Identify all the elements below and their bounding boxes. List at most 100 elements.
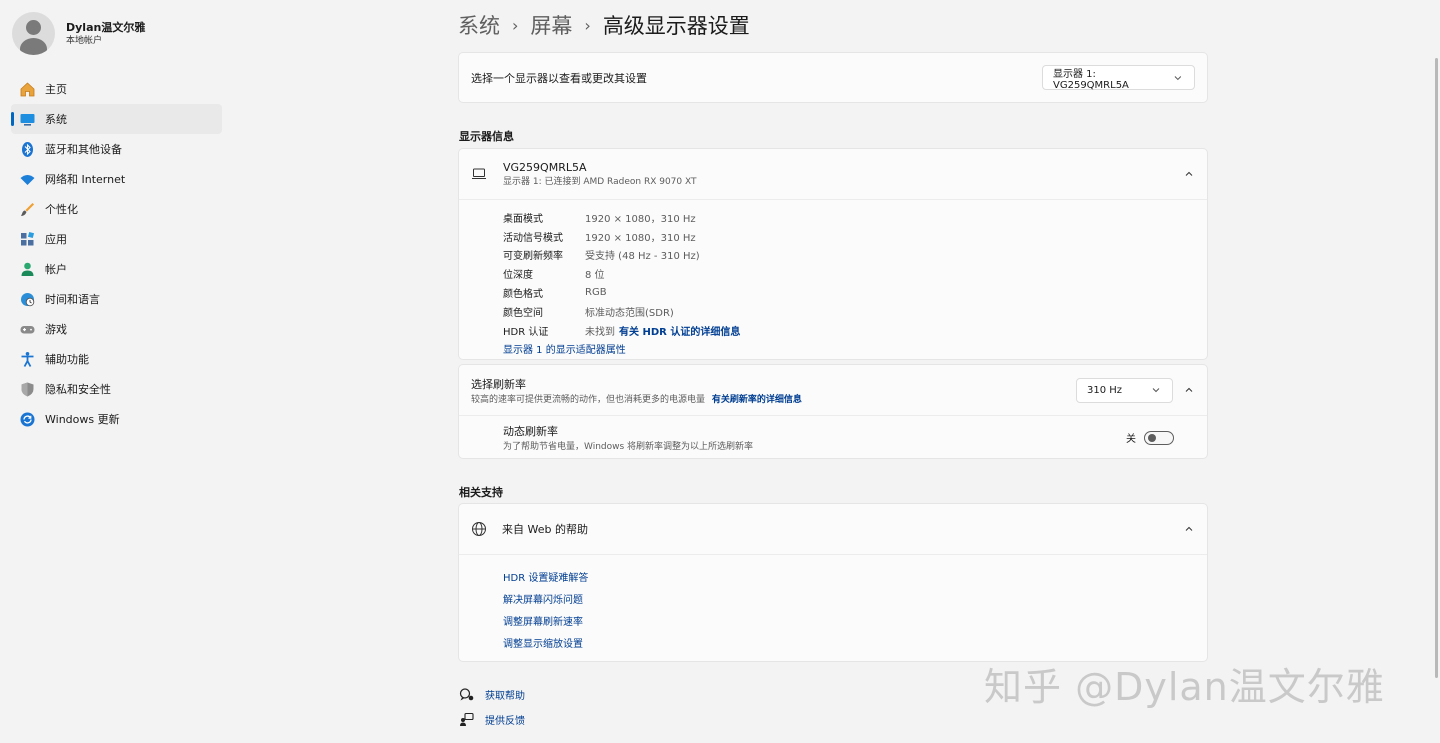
help-chat-icon: [458, 686, 475, 703]
web-help-header[interactable]: 来自 Web 的帮助: [459, 504, 1207, 554]
info-key: 可变刷新频率: [503, 251, 563, 263]
hdr-info-link[interactable]: 有关 HDR 认证的详细信息: [619, 323, 740, 338]
help-link-scaling[interactable]: 调整显示缩放设置: [503, 631, 1207, 653]
refresh-rate-select[interactable]: 310 Hz: [1076, 377, 1173, 403]
sidebar-item-personalization[interactable]: 个性化: [11, 194, 222, 224]
help-link-flicker[interactable]: 解决屏幕闪烁问题: [503, 587, 1207, 609]
feedback-icon: [458, 711, 475, 728]
feedback-link[interactable]: 提供反馈: [458, 711, 525, 728]
select-display-label: 选择一个显示器以查看或更改其设置: [471, 71, 647, 85]
info-value: 1920 × 1080，310 Hz: [585, 232, 696, 244]
globe-icon: [472, 522, 486, 536]
display-info-header[interactable]: VG259QMRL5A 显示器 1: 已连接到 AMD Radeon RX 90…: [459, 149, 1207, 199]
info-key: 位深度: [503, 270, 533, 282]
sidebar-item-windows-update[interactable]: Windows 更新: [11, 404, 222, 434]
info-row: 颜色空间 标准动态范围(SDR): [503, 302, 1207, 321]
scrollbar[interactable]: [1435, 58, 1438, 678]
watermark: 知乎 @Dylan温文尔雅: [984, 665, 1385, 709]
wifi-icon: [19, 171, 36, 188]
sidebar-item-label: 应用: [45, 233, 67, 246]
sidebar-item-label: 系统: [45, 113, 67, 126]
adapter-row: 显示器 1 的显示适配器属性: [503, 340, 1207, 359]
chevron-right-icon: ›: [512, 15, 519, 35]
display-select[interactable]: 显示器 1: VG259QMRL5A: [1042, 65, 1195, 91]
chevron-down-icon: [1174, 75, 1182, 80]
breadcrumb-display[interactable]: 屏幕: [530, 10, 572, 40]
profile-subtitle: 本地帐户: [66, 35, 103, 46]
sidebar-item-apps[interactable]: 应用: [11, 224, 222, 254]
info-key: 颜色空间: [503, 307, 543, 319]
refresh-rate-card: 选择刷新率 较高的速率可提供更流畅的动作，但也消耗更多的电源电量 有关刷新率的详…: [458, 364, 1208, 459]
sidebar-item-gaming[interactable]: 游戏: [11, 314, 222, 344]
chevron-up-icon[interactable]: [1183, 523, 1195, 535]
info-key: 桌面模式: [503, 213, 543, 225]
sidebar-item-label: 主页: [45, 83, 67, 96]
chevron-up-icon[interactable]: [1183, 384, 1195, 396]
dynamic-refresh-toggle[interactable]: [1144, 430, 1174, 445]
sidebar-item-network[interactable]: 网络和 Internet: [11, 164, 222, 194]
info-row: 可变刷新频率 受支持 (48 Hz - 310 Hz): [503, 246, 1207, 265]
info-key: HDR 认证: [503, 326, 549, 338]
dynamic-refresh-label: 动态刷新率: [503, 425, 558, 438]
globe-clock-icon: [19, 291, 36, 308]
sidebar-item-label: 辅助功能: [45, 353, 89, 366]
gamepad-icon: [19, 321, 36, 338]
refresh-rate-label: 选择刷新率: [471, 377, 526, 391]
info-value: 受支持 (48 Hz - 310 Hz): [585, 251, 700, 263]
web-help-card: 来自 Web 的帮助 HDR 设置疑难解答 解决屏幕闪烁问题 调整屏幕刷新速率 …: [458, 503, 1208, 662]
sidebar-item-bluetooth[interactable]: 蓝牙和其他设备: [11, 134, 222, 164]
display-info-title: 显示器信息: [459, 130, 514, 143]
page-title: 高级显示器设置: [602, 14, 750, 38]
nav-list: 主页 系统 蓝牙和其他设备 网络和 Internet 个性化 应用 帐户 时间和…: [11, 74, 222, 434]
info-row-hdr: HDR 认证 未找到 有关 HDR 认证的详细信息: [503, 321, 1207, 340]
update-icon: [19, 411, 36, 428]
refresh-rate-description: 较高的速率可提供更流畅的动作，但也消耗更多的电源电量: [471, 394, 706, 405]
chevron-up-icon[interactable]: [1183, 168, 1195, 180]
display-info-list: 桌面模式 1920 × 1080，310 Hz 活动信号模式 1920 × 10…: [459, 200, 1207, 358]
sidebar-item-label: 蓝牙和其他设备: [45, 143, 122, 156]
sidebar-item-home[interactable]: 主页: [11, 74, 222, 104]
breadcrumb: 系统 › 屏幕 › 高级显示器设置: [458, 10, 750, 40]
avatar: [12, 12, 55, 55]
info-value: 1920 × 1080，310 Hz: [585, 213, 696, 225]
sidebar-item-label: 个性化: [45, 203, 78, 216]
sidebar-item-accounts[interactable]: 帐户: [11, 254, 222, 284]
chevron-down-icon: [1152, 388, 1160, 393]
display-connection: 显示器 1: 已连接到 AMD Radeon RX 9070 XT: [503, 177, 697, 187]
help-link-refresh[interactable]: 调整屏幕刷新速率: [503, 609, 1207, 631]
info-value: 标准动态范围(SDR): [585, 307, 674, 319]
apps-icon: [19, 231, 36, 248]
info-value: 8 位: [585, 270, 605, 282]
get-help-link[interactable]: 获取帮助: [458, 686, 525, 703]
display-info-card: VG259QMRL5A 显示器 1: 已连接到 AMD Radeon RX 90…: [458, 148, 1208, 360]
adapter-properties-link[interactable]: 显示器 1 的显示适配器属性: [503, 341, 626, 356]
web-help-label: 来自 Web 的帮助: [502, 523, 588, 536]
laptop-icon: [472, 168, 486, 179]
sidebar-item-privacy[interactable]: 隐私和安全性: [11, 374, 222, 404]
accessibility-icon: [19, 351, 36, 368]
breadcrumb-system[interactable]: 系统: [458, 10, 500, 40]
home-icon: [19, 81, 36, 98]
refresh-rate-info-link[interactable]: 有关刷新率的详细信息: [712, 395, 802, 405]
sidebar-item-time-language[interactable]: 时间和语言: [11, 284, 222, 314]
info-value: RGB: [585, 287, 607, 299]
toggle-state-label: 关: [1126, 434, 1136, 445]
sidebar-item-label: 帐户: [45, 263, 67, 276]
profile[interactable]: Dylan温文尔雅 本地帐户: [12, 12, 145, 55]
feedback-label: 提供反馈: [485, 716, 525, 727]
sidebar: Dylan温文尔雅 本地帐户 主页 系统 蓝牙和其他设备 网络和 Interne…: [0, 0, 230, 743]
monitor-icon: [19, 111, 36, 128]
info-row: 位深度 8 位: [503, 264, 1207, 283]
profile-name: Dylan温文尔雅: [66, 20, 146, 34]
sidebar-item-accessibility[interactable]: 辅助功能: [11, 344, 222, 374]
info-key: 活动信号模式: [503, 232, 563, 244]
info-value: 未找到: [585, 326, 615, 338]
info-row: 颜色格式 RGB: [503, 283, 1207, 302]
select-display-card: 选择一个显示器以查看或更改其设置 显示器 1: VG259QMRL5A: [458, 52, 1208, 103]
get-help-label: 获取帮助: [485, 691, 525, 702]
brush-icon: [19, 201, 36, 218]
sidebar-item-system[interactable]: 系统: [11, 104, 222, 134]
sidebar-item-label: 时间和语言: [45, 293, 100, 306]
info-key: 颜色格式: [503, 289, 543, 301]
help-link-hdr[interactable]: HDR 设置疑难解答: [503, 565, 1207, 587]
